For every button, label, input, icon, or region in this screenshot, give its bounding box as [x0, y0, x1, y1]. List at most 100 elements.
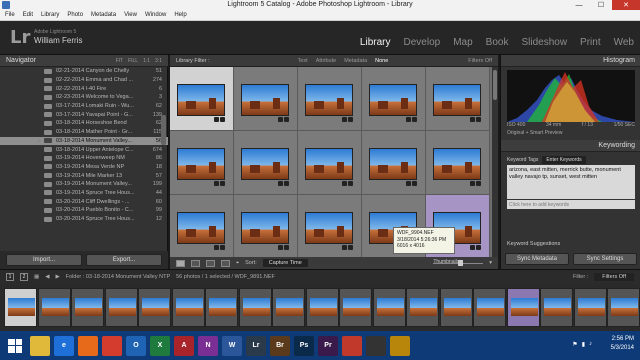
- filmstrip-thumbnail[interactable]: [305, 288, 339, 327]
- menu-item-edit[interactable]: Edit: [23, 12, 33, 18]
- add-keywords-field[interactable]: Click here to add keywords: [507, 200, 635, 209]
- filmstrip-filter-select[interactable]: Filters Off: [594, 273, 634, 281]
- grid-cell[interactable]: [170, 195, 234, 259]
- filter-attribute[interactable]: Attribute: [316, 58, 336, 64]
- zoom-option[interactable]: 1:1: [143, 58, 150, 64]
- grid-cell[interactable]: [426, 131, 490, 195]
- forward-icon[interactable]: ▶: [55, 274, 59, 280]
- network-icon[interactable]: ▮: [582, 341, 585, 348]
- filmstrip-thumbnail[interactable]: [473, 288, 506, 327]
- folder-row[interactable]: 03-20-2014 Spruce Tree Hous... 12: [0, 215, 168, 224]
- filmstrip-thumbnail[interactable]: [4, 288, 37, 327]
- grid-scroll-thumb[interactable]: [493, 70, 497, 100]
- app-red-icon[interactable]: [342, 335, 362, 356]
- grid-cell[interactable]: [298, 131, 362, 195]
- photo-thumbnail[interactable]: [369, 84, 417, 116]
- folder-row[interactable]: 03-20-2014 Cliff Dwellings - ... 60: [0, 197, 168, 206]
- page-button-2[interactable]: 2: [20, 273, 28, 281]
- folder-row[interactable]: 02-23-2014 Welcome to Vega... 3: [0, 93, 168, 102]
- app-gold-icon[interactable]: [390, 335, 410, 356]
- folder-row[interactable]: 03-18-2014 Upper Antelope C... 674: [0, 145, 168, 154]
- menu-item-file[interactable]: File: [5, 12, 15, 18]
- module-map[interactable]: Map: [453, 37, 472, 48]
- photo-thumbnail[interactable]: [241, 84, 289, 116]
- zoom-option[interactable]: FIT: [116, 58, 124, 64]
- survey-view-icon[interactable]: [221, 259, 230, 267]
- filmstrip-thumbnail[interactable]: [439, 288, 473, 327]
- app-dark-icon[interactable]: [366, 335, 386, 356]
- folder-row[interactable]: 02-22-2014 Emma and Chad ... 274: [0, 76, 168, 85]
- import-button[interactable]: Import...: [6, 254, 82, 266]
- excel-icon[interactable]: X: [150, 335, 170, 356]
- folder-row[interactable]: 03-18-2014 Horseshoe Bend 62: [0, 119, 168, 128]
- filmstrip-thumbnail[interactable]: [171, 288, 205, 327]
- menu-item-library[interactable]: Library: [41, 12, 59, 18]
- module-print[interactable]: Print: [580, 37, 601, 48]
- module-web[interactable]: Web: [614, 37, 634, 48]
- keywording-header[interactable]: Keywording: [501, 140, 640, 152]
- grid-cell[interactable]: [298, 195, 362, 259]
- menu-item-help[interactable]: Help: [174, 12, 186, 18]
- ie-icon[interactable]: e: [54, 335, 74, 356]
- filmstrip-thumbnail[interactable]: [104, 288, 138, 327]
- close-icon[interactable]: ✕: [612, 0, 640, 10]
- menu-item-window[interactable]: Window: [145, 12, 166, 18]
- volume-icon[interactable]: ♪: [589, 341, 592, 348]
- filters-off-select[interactable]: Filters Off: [468, 58, 492, 64]
- photo-thumbnail[interactable]: [433, 84, 481, 116]
- grid-cell[interactable]: [170, 67, 234, 131]
- grid-cell[interactable]: [170, 131, 234, 195]
- filmstrip-thumbnail[interactable]: [372, 288, 406, 327]
- access-icon[interactable]: A: [174, 335, 194, 356]
- sync-metadata-button[interactable]: Sync Metadata: [505, 253, 569, 265]
- filmstrip-thumbnail[interactable]: [406, 288, 439, 327]
- photo-thumbnail[interactable]: [241, 212, 289, 244]
- keyword-suggestions-label[interactable]: Keyword Suggestions: [507, 241, 560, 247]
- bridge-icon[interactable]: Br: [270, 335, 290, 356]
- keyword-tags-select[interactable]: Enter Keywords: [542, 155, 586, 164]
- lightroom-icon[interactable]: Lr: [246, 335, 266, 356]
- chrome-icon[interactable]: [102, 335, 122, 356]
- grid-view-icon[interactable]: [176, 259, 185, 267]
- filter-none[interactable]: None: [375, 58, 388, 64]
- module-book[interactable]: Book: [486, 37, 509, 48]
- folder-row[interactable]: 03-19-2014 Monument Valley... 199: [0, 180, 168, 189]
- filmstrip-thumbnail[interactable]: [138, 288, 171, 327]
- flag-icon[interactable]: ⚑: [572, 341, 577, 348]
- outlook-icon[interactable]: O: [126, 335, 146, 356]
- word-icon[interactable]: W: [222, 335, 242, 356]
- grid-cell[interactable]: [234, 131, 298, 195]
- slider-knob[interactable]: [457, 260, 463, 266]
- start-icon[interactable]: [4, 335, 26, 357]
- onenote-icon[interactable]: N: [198, 335, 218, 356]
- grid-cell[interactable]: [234, 195, 298, 259]
- folder-row[interactable]: 02-22-2014 I-40 Fire 6: [0, 84, 168, 93]
- filmstrip-thumbnail[interactable]: [573, 288, 607, 327]
- folder-row[interactable]: 03-17-2014 Yavapai Point - G... 139: [0, 110, 168, 119]
- photo-thumbnail[interactable]: [305, 148, 353, 180]
- filmstrip-thumbnail[interactable]: [339, 288, 372, 327]
- maximize-icon[interactable]: ☐: [590, 0, 612, 10]
- zoom-option[interactable]: FILL: [128, 58, 138, 64]
- page-button-1[interactable]: 1: [6, 273, 14, 281]
- grid-cell[interactable]: [362, 67, 426, 131]
- photo-thumbnail[interactable]: [305, 84, 353, 116]
- filmstrip-thumbnail[interactable]: [540, 288, 573, 327]
- grid-cell[interactable]: [426, 67, 490, 131]
- folder-row[interactable]: 03-17-2014 Lomaki Ruin - Wu... 62: [0, 102, 168, 111]
- module-library[interactable]: Library: [360, 37, 391, 48]
- module-develop[interactable]: Develop: [404, 37, 441, 48]
- folder-row[interactable]: 03-19-2014 Spruce Tree Hous... 44: [0, 189, 168, 198]
- filter-text[interactable]: Text: [298, 58, 308, 64]
- loupe-view-icon[interactable]: [191, 259, 200, 267]
- photo-thumbnail[interactable]: [177, 84, 225, 116]
- folder-row[interactable]: ▶ 03-18-2014 Monument Valley... 56: [0, 136, 168, 146]
- filmstrip-thumbnail[interactable]: [37, 288, 71, 327]
- photoshop-icon[interactable]: Ps: [294, 335, 314, 356]
- folder-row[interactable]: 03-19-2014 Mile Marker 13 57: [0, 171, 168, 180]
- folder-row[interactable]: 03-18-2014 Mather Point - Gr... 115: [0, 128, 168, 137]
- filmstrip-thumbnail[interactable]: [506, 288, 540, 327]
- zoom-option[interactable]: 3:1: [155, 58, 162, 64]
- filmstrip-thumbnail[interactable]: [205, 288, 238, 327]
- grid-cell[interactable]: [362, 131, 426, 195]
